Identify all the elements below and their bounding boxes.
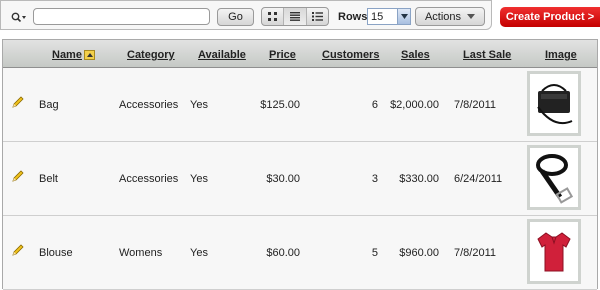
caret-down-icon — [467, 14, 476, 19]
details-view-icon — [311, 12, 323, 21]
icon-view-button[interactable] — [262, 8, 285, 25]
table-row: Bag Accessories Yes $125.00 6 $2,000.00 … — [3, 68, 597, 142]
cell-category: Womens — [119, 247, 163, 259]
product-thumbnail[interactable] — [527, 145, 581, 210]
details-view-button[interactable] — [307, 8, 328, 25]
column-header-customers[interactable]: Customers — [322, 49, 379, 61]
cell-price: $60.00 — [266, 247, 300, 259]
cell-last-sale: 7/8/2011 — [454, 99, 497, 111]
actions-menu-button[interactable]: Actions — [415, 7, 485, 26]
cell-available: Yes — [190, 173, 208, 185]
products-report: Name Category Available Price Customers … — [2, 39, 598, 290]
column-header-last-sale[interactable]: Last Sale — [463, 49, 511, 61]
blouse-image — [537, 231, 571, 271]
column-header-sales[interactable]: Sales — [401, 49, 430, 61]
rows-select[interactable]: 15 — [367, 8, 411, 25]
bag-image — [537, 83, 573, 124]
cell-sales: $2,000.00 — [390, 99, 439, 111]
product-thumbnail[interactable] — [527, 219, 581, 284]
column-header-available[interactable]: Available — [198, 49, 246, 61]
cell-sales: $330.00 — [399, 173, 439, 185]
actions-label: Actions — [424, 10, 462, 23]
report-view-button[interactable] — [284, 8, 307, 25]
table-row: Blouse Womens Yes $60.00 5 $960.00 7/8/2… — [3, 216, 597, 290]
table-row: Belt Accessories Yes $30.00 3 $330.00 6/… — [3, 142, 597, 216]
icon-view-icon — [268, 12, 278, 21]
report-toolbar: Go Rows 15 Actions Create Product > — [0, 0, 600, 35]
cell-customers: 6 — [371, 99, 378, 111]
pencil-edit-icon[interactable] — [11, 243, 25, 257]
cell-price: $30.00 — [266, 173, 300, 185]
cell-customers: 3 — [371, 173, 378, 185]
cell-name: Bag — [39, 99, 59, 111]
cell-price: $125.00 — [260, 99, 300, 111]
cell-category: Accessories — [119, 99, 179, 111]
cell-last-sale: 6/24/2011 — [454, 173, 503, 185]
cell-last-sale: 7/8/2011 — [454, 247, 497, 259]
create-product-button[interactable]: Create Product > — [500, 7, 600, 27]
product-thumbnail[interactable] — [527, 71, 581, 136]
cell-customers: 5 — [371, 247, 378, 259]
view-mode-group — [261, 7, 329, 26]
rows-label: Rows — [338, 11, 368, 23]
pencil-edit-icon[interactable] — [11, 169, 25, 183]
column-header-image[interactable]: Image — [545, 49, 577, 61]
cell-available: Yes — [190, 99, 208, 111]
pencil-edit-icon[interactable] — [11, 95, 25, 109]
go-button[interactable]: Go — [217, 8, 254, 26]
column-header-name[interactable]: Name — [52, 49, 95, 61]
cell-sales: $960.00 — [399, 247, 439, 259]
rows-select-value: 15 — [371, 10, 384, 23]
belt-image — [536, 153, 574, 204]
search-icon[interactable] — [11, 12, 27, 22]
search-bar: Go Rows 15 Actions — [0, 0, 492, 30]
column-header-price[interactable]: Price — [269, 49, 296, 61]
search-input[interactable] — [33, 8, 210, 25]
cell-name: Belt — [39, 173, 58, 185]
table-header: Name Category Available Price Customers … — [3, 40, 597, 68]
chevron-down-icon[interactable] — [397, 9, 410, 24]
cell-name: Blouse — [39, 247, 73, 259]
sort-ascending-icon[interactable] — [83, 50, 95, 61]
report-view-icon — [289, 12, 300, 21]
cell-category: Accessories — [119, 173, 179, 185]
cell-available: Yes — [190, 247, 208, 259]
column-header-category[interactable]: Category — [127, 49, 175, 61]
